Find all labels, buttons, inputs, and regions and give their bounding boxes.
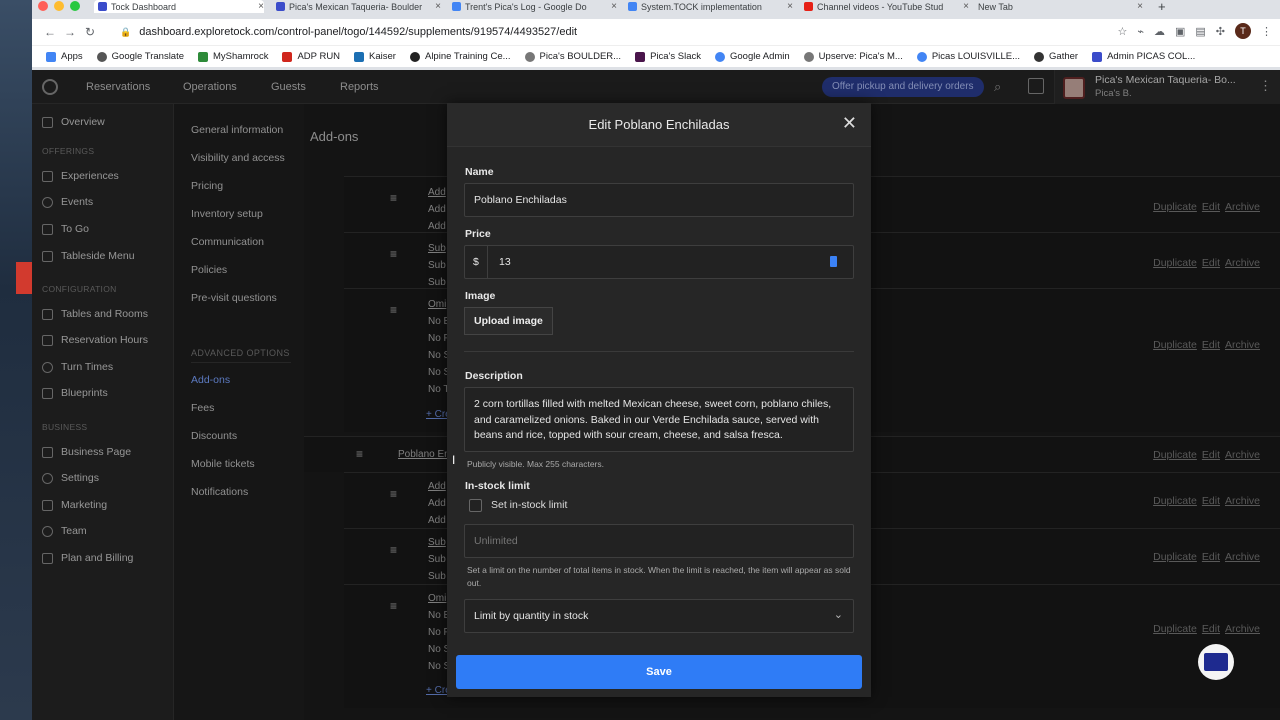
- bookmark[interactable]: Google Admin: [714, 51, 790, 62]
- tab-favicon: [628, 2, 637, 11]
- bookmark[interactable]: Pica's Slack: [635, 51, 701, 62]
- bookmark[interactable]: Google Translate: [96, 51, 184, 62]
- close-window-button[interactable]: [38, 1, 48, 11]
- in-stock-limit-label: In-stock limit: [465, 480, 530, 492]
- browser-tab[interactable]: Tock Dashboard ×: [94, 0, 264, 13]
- shamrock-icon: [198, 51, 209, 62]
- tab-favicon: [804, 2, 813, 11]
- extension-icon[interactable]: ▤: [1195, 25, 1205, 38]
- globe-icon: [96, 51, 107, 62]
- close-tab-icon[interactable]: ×: [787, 1, 793, 12]
- description-hint: Publicly visible. Max 255 characters.: [467, 459, 605, 469]
- price-input[interactable]: $ 13: [464, 245, 854, 279]
- chat-bubble-icon: [1204, 653, 1228, 671]
- alpine-icon: [409, 51, 420, 62]
- close-tab-icon[interactable]: ×: [435, 1, 441, 12]
- close-tab-icon[interactable]: ×: [963, 1, 969, 12]
- image-label: Image: [465, 290, 496, 302]
- currency-symbol: $: [473, 256, 479, 268]
- edit-addon-modal: Edit Poblano Enchiladas ✕ Name Poblano E…: [447, 103, 871, 697]
- bookmark[interactable]: MyShamrock: [198, 51, 268, 62]
- forward-icon[interactable]: →: [60, 25, 80, 39]
- price-value: 13: [499, 256, 511, 268]
- bookmarks-bar: Apps Google Translate MyShamrock ADP RUN…: [32, 45, 1280, 67]
- reload-icon[interactable]: ↻: [80, 25, 100, 39]
- bookmark[interactable]: Apps: [46, 51, 83, 62]
- browser-chrome: Tock Dashboard × Pica's Mexican Taqueria-…: [32, 0, 1280, 70]
- maximize-window-button[interactable]: [70, 1, 80, 11]
- bookmark[interactable]: Admin PICAS COL...: [1092, 51, 1195, 62]
- minimize-window-button[interactable]: [54, 1, 64, 11]
- upload-image-button[interactable]: Upload image: [464, 307, 553, 335]
- slack-icon: [635, 51, 646, 62]
- description-label: Description: [465, 370, 523, 382]
- close-icon[interactable]: ✕: [842, 113, 857, 134]
- new-tab-icon[interactable]: +: [1158, 0, 1170, 13]
- toolbar-extensions: ☆ ⌁ ☁ ▣ ▤ ✣ T ⋮: [1117, 23, 1272, 39]
- back-icon[interactable]: ←: [40, 25, 60, 39]
- extension-icon[interactable]: ☁: [1154, 25, 1165, 38]
- in-stock-limit-checkbox[interactable]: [469, 499, 482, 512]
- modal-header: Edit Poblano Enchiladas ✕: [447, 103, 871, 147]
- tab-favicon: [452, 2, 461, 11]
- tab-favicon: [98, 2, 107, 11]
- close-tab-icon[interactable]: ×: [258, 1, 264, 12]
- browser-toolbar: ← → ↻ 🔒 dashboard.exploretock.com/control…: [32, 19, 1280, 45]
- password-manager-icon[interactable]: [830, 256, 837, 267]
- desktop-background: [0, 0, 32, 720]
- tab-favicon: [276, 2, 285, 11]
- extensions-puzzle-icon[interactable]: ✣: [1216, 25, 1225, 38]
- close-tab-icon[interactable]: ×: [1137, 1, 1143, 12]
- apps-icon: [46, 51, 56, 62]
- google-icon: [714, 51, 725, 62]
- limit-type-select[interactable]: Limit by quantity in stock ⌄: [464, 599, 854, 633]
- browser-tab[interactable]: New Tab ×: [978, 0, 1143, 13]
- bookmark[interactable]: Picas LOUISVILLE...: [916, 51, 1020, 62]
- browser-tab[interactable]: Trent's Pica's Log - Google Do ×: [452, 0, 617, 13]
- price-label: Price: [465, 228, 491, 240]
- desktop-dock-item: [16, 262, 32, 294]
- gather-icon: [1034, 51, 1045, 62]
- stock-quantity-input[interactable]: [464, 524, 854, 558]
- close-tab-icon[interactable]: ×: [611, 1, 617, 12]
- text-cursor-icon: I: [452, 453, 456, 467]
- bookmark[interactable]: ADP RUN: [282, 51, 340, 62]
- browser-tab[interactable]: Channel videos - YouTube Stud ×: [804, 0, 969, 13]
- limit-type-value: Limit by quantity in stock: [474, 610, 589, 622]
- extension-icon[interactable]: ▣: [1175, 25, 1185, 38]
- browser-tab[interactable]: System.TOCK implementation ×: [628, 0, 793, 13]
- globe-icon: [524, 51, 535, 62]
- adp-icon: [282, 51, 293, 62]
- name-label: Name: [465, 166, 494, 178]
- google-icon: [916, 51, 927, 62]
- tab-bar: Tock Dashboard × Pica's Mexican Taqueria-…: [32, 0, 1280, 13]
- price-divider: [487, 246, 488, 278]
- bookmark[interactable]: Upserve: Pica's M...: [803, 51, 903, 62]
- tock-app: Reservations Operations Guests Reports O…: [32, 70, 1280, 720]
- lock-icon: 🔒: [120, 26, 132, 37]
- divider: [464, 351, 854, 352]
- modal-title: Edit Poblano Enchiladas: [588, 117, 730, 132]
- bookmark[interactable]: Pica's BOULDER...: [524, 51, 621, 62]
- bookmark-star-icon[interactable]: ☆: [1117, 25, 1127, 38]
- in-stock-limit-checkbox-label[interactable]: Set in-stock limit: [491, 499, 567, 511]
- save-button[interactable]: Save: [456, 655, 862, 689]
- chevron-down-icon: ⌄: [833, 609, 843, 621]
- kaiser-icon: [354, 51, 365, 62]
- bookmark[interactable]: Kaiser: [354, 51, 396, 62]
- name-input[interactable]: Poblano Enchiladas: [464, 183, 854, 217]
- globe-icon: [803, 51, 814, 62]
- admin-icon: [1092, 51, 1103, 62]
- browser-menu-icon[interactable]: ⋮: [1261, 25, 1272, 38]
- description-textarea[interactable]: 2 corn tortillas filled with melted Mexi…: [464, 387, 854, 452]
- browser-tab[interactable]: Pica's Mexican Taqueria- Boulder ×: [276, 0, 441, 13]
- bookmark[interactable]: Alpine Training Ce...: [409, 51, 511, 62]
- chat-support-button[interactable]: [1198, 644, 1234, 680]
- bookmark[interactable]: Gather: [1034, 51, 1078, 62]
- stock-hint: Set a limit on the number of total items…: [467, 565, 851, 588]
- window-controls: [38, 1, 80, 11]
- profile-avatar[interactable]: T: [1235, 23, 1251, 39]
- address-bar[interactable]: 🔒 dashboard.exploretock.com/control-panel…: [120, 19, 577, 45]
- extension-icon[interactable]: ⌁: [1137, 25, 1144, 38]
